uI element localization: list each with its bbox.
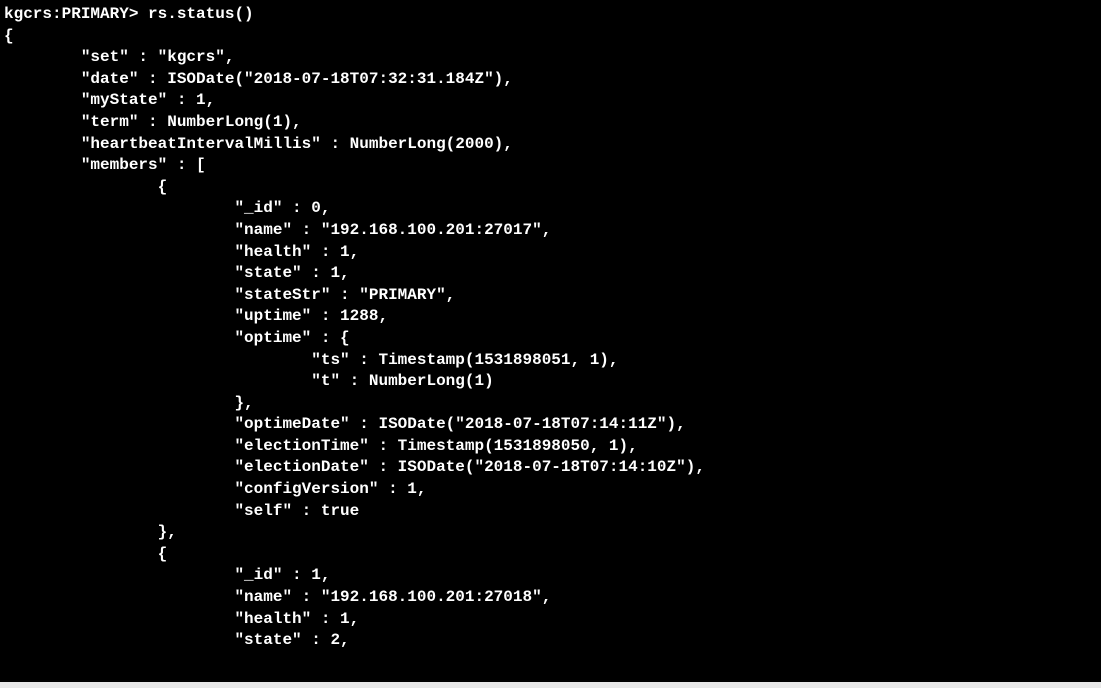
command-prompt-line: kgcrs:PRIMARY> rs.status() xyxy=(4,4,1101,26)
output-members-open: "members" : [ xyxy=(4,155,1101,177)
output-member0-name: "name" : "192.168.100.201:27017", xyxy=(4,220,1101,242)
output-member1-health: "health" : 1, xyxy=(4,609,1101,631)
terminal-output[interactable]: kgcrs:PRIMARY> rs.status() { "set" : "kg… xyxy=(0,0,1101,652)
output-set: "set" : "kgcrs", xyxy=(4,47,1101,69)
output-mystate: "myState" : 1, xyxy=(4,90,1101,112)
output-member0-open: { xyxy=(4,177,1101,199)
output-member1-id: "_id" : 1, xyxy=(4,565,1101,587)
command-input: rs.status() xyxy=(148,5,254,23)
output-member0-id: "_id" : 0, xyxy=(4,198,1101,220)
window-border-bottom xyxy=(0,682,1101,688)
shell-prompt: kgcrs:PRIMARY> xyxy=(4,5,148,23)
output-member0-uptime: "uptime" : 1288, xyxy=(4,306,1101,328)
output-heartbeat: "heartbeatIntervalMillis" : NumberLong(2… xyxy=(4,134,1101,156)
output-member0-optime-open: "optime" : { xyxy=(4,328,1101,350)
output-member0-self: "self" : true xyxy=(4,501,1101,523)
output-member1-open: { xyxy=(4,544,1101,566)
output-member0-optime-close: }, xyxy=(4,393,1101,415)
output-member1-name: "name" : "192.168.100.201:27018", xyxy=(4,587,1101,609)
output-brace-open: { xyxy=(4,26,1101,48)
output-member0-statestr: "stateStr" : "PRIMARY", xyxy=(4,285,1101,307)
output-date: "date" : ISODate("2018-07-18T07:32:31.18… xyxy=(4,69,1101,91)
output-member0-health: "health" : 1, xyxy=(4,242,1101,264)
output-member1-state: "state" : 2, xyxy=(4,630,1101,652)
output-member0-optime-t: "t" : NumberLong(1) xyxy=(4,371,1101,393)
output-member0-electiontime: "electionTime" : Timestamp(1531898050, 1… xyxy=(4,436,1101,458)
output-member0-electiondate: "electionDate" : ISODate("2018-07-18T07:… xyxy=(4,457,1101,479)
output-member0-optimedate: "optimeDate" : ISODate("2018-07-18T07:14… xyxy=(4,414,1101,436)
output-member0-configversion: "configVersion" : 1, xyxy=(4,479,1101,501)
output-term: "term" : NumberLong(1), xyxy=(4,112,1101,134)
output-member0-optime-ts: "ts" : Timestamp(1531898051, 1), xyxy=(4,350,1101,372)
output-member0-close: }, xyxy=(4,522,1101,544)
output-member0-state: "state" : 1, xyxy=(4,263,1101,285)
